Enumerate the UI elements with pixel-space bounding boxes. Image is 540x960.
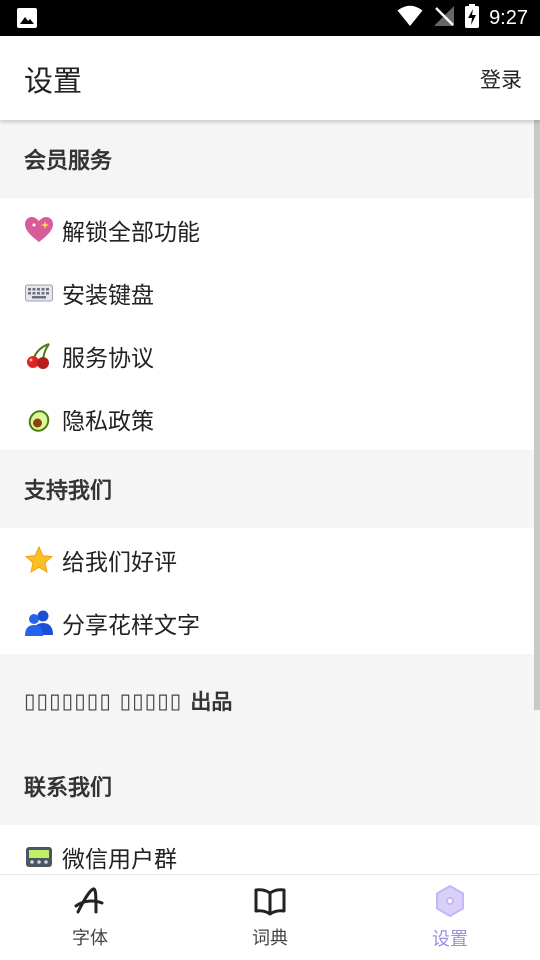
people-icon: [24, 608, 54, 638]
pager-icon: [24, 842, 54, 872]
rate-us-item[interactable]: 给我们好评: [0, 528, 540, 591]
cherries-icon: [24, 341, 54, 371]
section-header-membership: 会员服务: [0, 120, 540, 198]
star-icon: [24, 545, 54, 575]
credit-unrendered-text: ▯▯▯▯▯▯▯ ▯▯▯▯▯: [24, 688, 183, 713]
section-header-contact: 联系我们: [0, 747, 540, 825]
no-signal-icon: [433, 5, 455, 31]
status-bar: 9:27: [0, 0, 540, 36]
book-icon: [254, 886, 286, 920]
font-a-icon: [74, 886, 106, 920]
sparkling-heart-icon: [24, 215, 54, 245]
battery-charging-icon: [465, 4, 480, 32]
install-keyboard-item[interactable]: 安装键盘: [0, 261, 540, 324]
nav-dictionary-label: 词典: [252, 927, 288, 949]
bottom-navigation: 字体 词典 设置: [0, 874, 540, 960]
wechat-group-item[interactable]: 微信用户群: [0, 825, 540, 875]
status-time: 9:27: [489, 6, 528, 29]
unlock-all-features-item[interactable]: 解锁全部功能: [0, 198, 540, 261]
avocado-icon: [24, 404, 54, 434]
keyboard-icon: [24, 278, 54, 308]
wifi-icon: [397, 5, 423, 31]
list-item-label: 安装键盘: [62, 282, 154, 309]
service-agreement-item[interactable]: 服务协议: [0, 324, 540, 387]
list-item-label: 隐私政策: [62, 408, 154, 435]
credit-produced-label: 出品: [190, 689, 233, 714]
login-button[interactable]: 登录: [480, 64, 522, 94]
nav-settings-tab[interactable]: 设置: [360, 875, 540, 960]
share-app-item[interactable]: 分享花样文字: [0, 591, 540, 654]
nav-fonts-label: 字体: [72, 927, 108, 949]
credit-line: ▯▯▯▯▯▯▯ ▯▯▯▯▯ 出品: [0, 654, 540, 747]
nav-fonts-tab[interactable]: 字体: [0, 875, 180, 960]
privacy-policy-item[interactable]: 隐私政策: [0, 387, 540, 450]
list-item-label: 解锁全部功能: [62, 219, 200, 246]
list-item-label: 微信用户群: [62, 846, 177, 873]
image-icon: [16, 7, 38, 33]
list-item-label: 服务协议: [62, 345, 154, 372]
app-bar: 设置 登录: [0, 36, 540, 120]
settings-list[interactable]: 会员服务 解锁全部功能 安装键盘 服务协议 隐私政策 支持我们 给我们好评 分享…: [0, 120, 540, 875]
nav-settings-label: 设置: [432, 928, 468, 950]
page-title: 设置: [24, 64, 83, 98]
list-item-label: 给我们好评: [62, 549, 177, 576]
list-item-label: 分享花样文字: [62, 612, 200, 639]
nav-dictionary-tab[interactable]: 词典: [180, 875, 360, 960]
section-header-support: 支持我们: [0, 450, 540, 528]
scrollbar[interactable]: [534, 120, 540, 710]
settings-badge-icon: [433, 884, 467, 921]
